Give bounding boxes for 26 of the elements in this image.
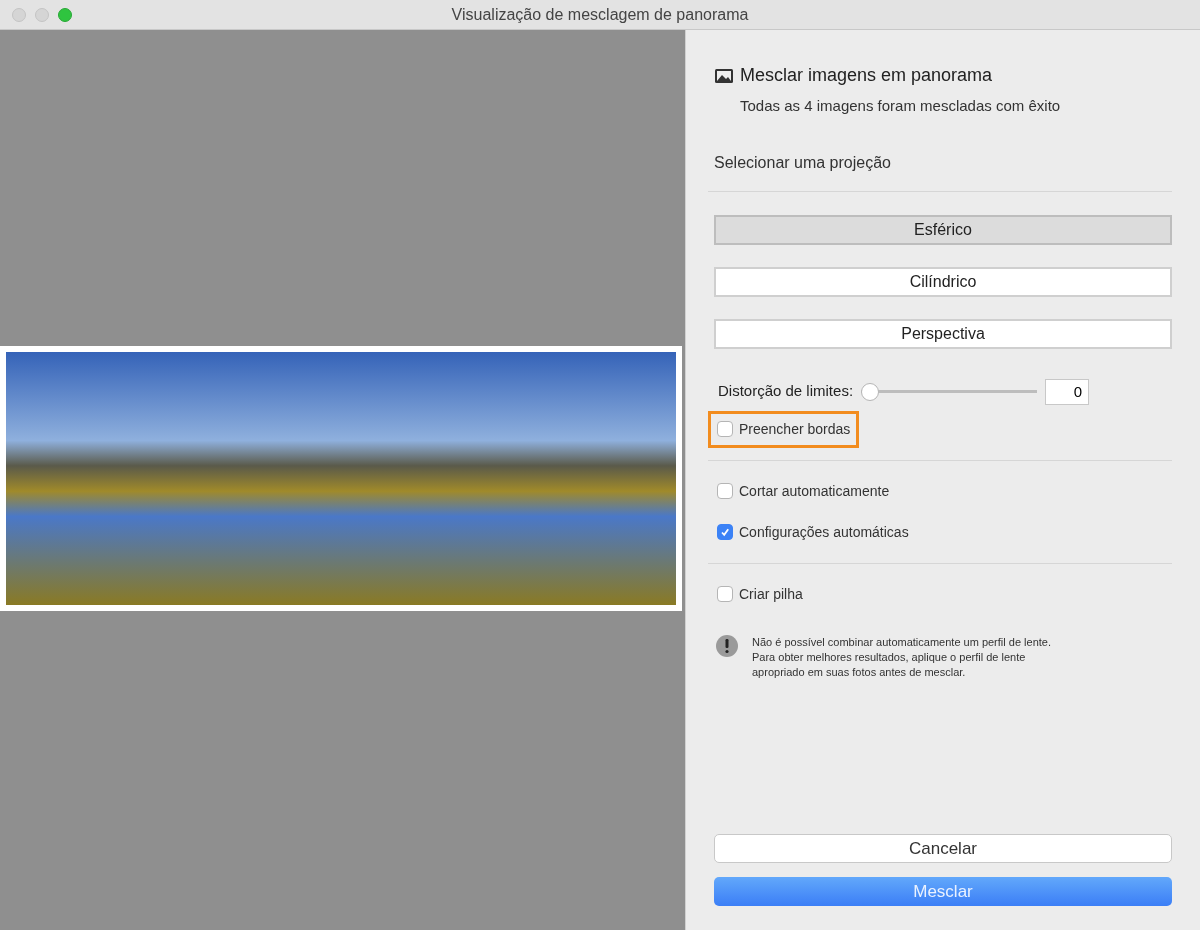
- minimize-icon[interactable]: [35, 7, 49, 22]
- zoom-icon[interactable]: [58, 7, 72, 22]
- checkmark-icon: [720, 527, 730, 537]
- checkbox-label: Configurações automáticas: [739, 522, 909, 542]
- checkbox[interactable]: [717, 586, 733, 602]
- projection-button[interactable]: Esférico: [714, 214, 1172, 245]
- slider-thumb[interactable]: [861, 382, 880, 401]
- window-title: Visualização de mesclagem de panorama: [451, 4, 749, 25]
- status-text: Todas as 4 imagens foram mescladas com êxito: [740, 96, 1062, 116]
- panel-title: Mesclar imagens em panorama: [740, 64, 993, 87]
- projection-button[interactable]: Perspectiva: [714, 318, 1172, 349]
- secondary-button[interactable]: Cancelar: [714, 834, 1172, 863]
- section-heading: Selecionar uma projeção: [714, 152, 892, 173]
- checkbox-label: Criar pilha: [739, 584, 803, 604]
- value-field[interactable]: 0: [1045, 378, 1090, 405]
- close-icon[interactable]: [12, 7, 26, 22]
- slider-label: Distorção de limites:: [718, 381, 854, 402]
- checkbox-label: Preencher bordas: [739, 419, 851, 439]
- checkbox[interactable]: [717, 421, 733, 437]
- checkbox[interactable]: [717, 483, 733, 499]
- checkbox[interactable]: [717, 524, 733, 540]
- checkbox-label: Cortar automaticamente: [739, 481, 890, 501]
- image-icon: [714, 67, 734, 84]
- warning-icon: [716, 634, 738, 657]
- notice-text: Não é possível combinar automaticamente um perfil de lente. Para obter melhores resultados, aplique o perfil de lente apropriado em suas fotos antes de mesclar.: [752, 634, 1052, 680]
- projection-button[interactable]: Cilíndrico: [714, 266, 1172, 297]
